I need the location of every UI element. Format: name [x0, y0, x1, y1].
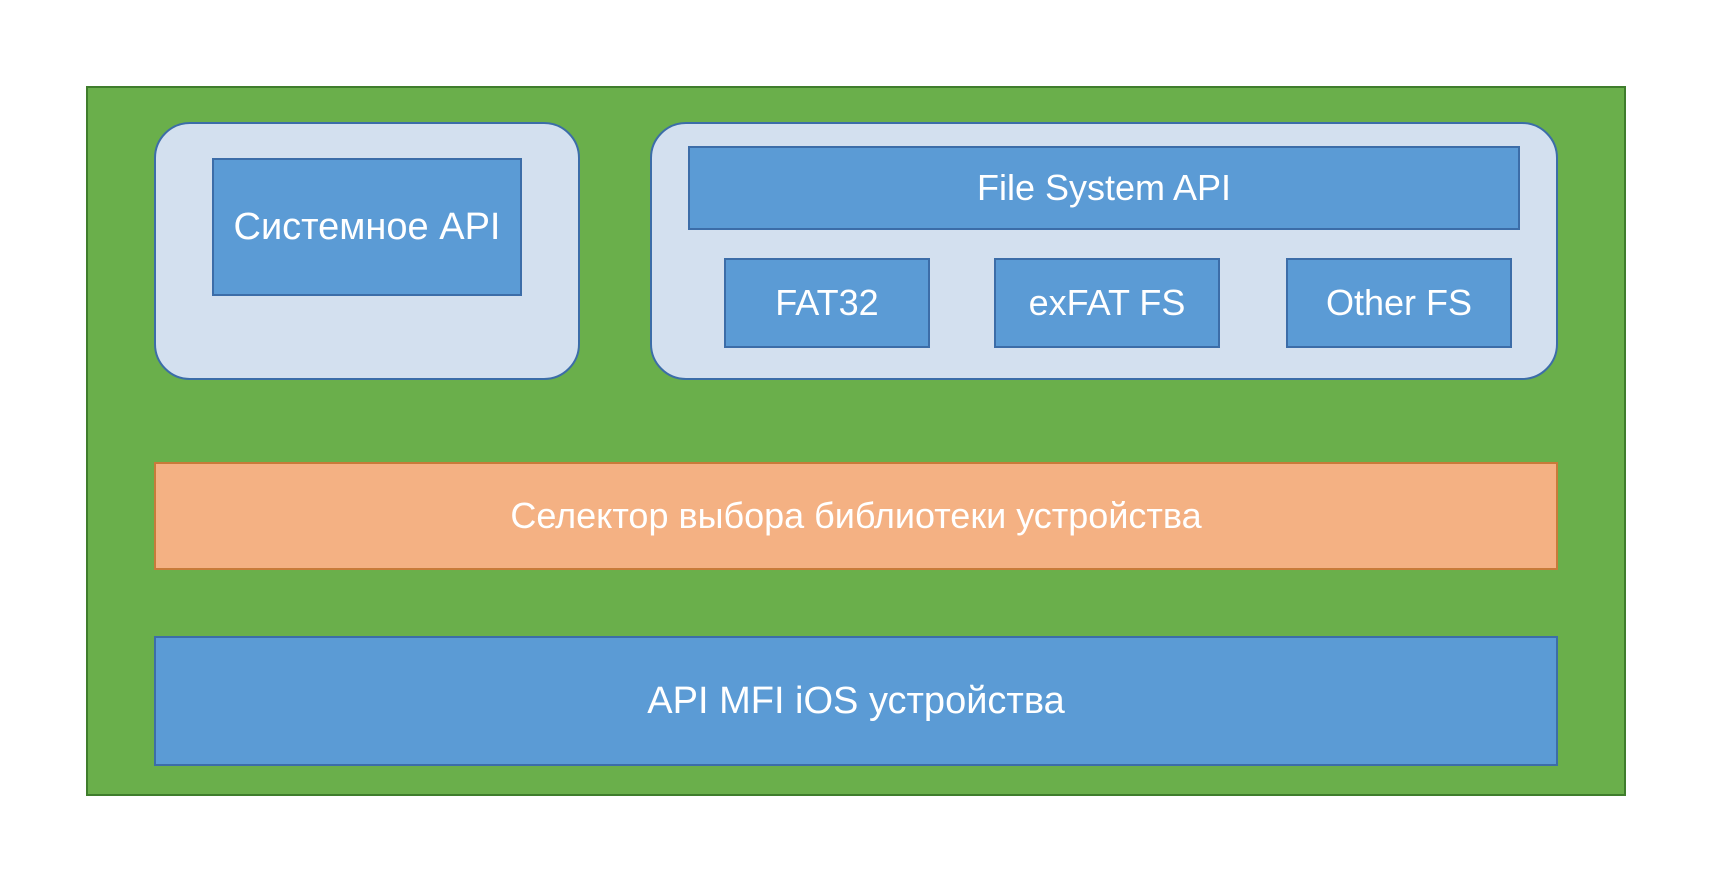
mfi-ios-api-label: API MFI iOS устройства — [647, 680, 1064, 723]
fs-other-label: Other FS — [1326, 282, 1472, 324]
system-api-label: Системное API — [234, 206, 501, 249]
fs-fat32-box: FAT32 — [724, 258, 930, 348]
mfi-ios-api-box: API MFI iOS устройства — [154, 636, 1558, 766]
fs-exfat-box: exFAT FS — [994, 258, 1220, 348]
device-library-selector-label: Селектор выбора библиотеки устройства — [510, 495, 1201, 537]
fs-exfat-label: exFAT FS — [1029, 282, 1186, 324]
file-system-api-box: File System API — [688, 146, 1520, 230]
fs-fat32-label: FAT32 — [775, 282, 878, 324]
outer-container: Системное API File System API FAT32 exFA… — [86, 86, 1626, 796]
diagram-canvas: Системное API File System API FAT32 exFA… — [0, 0, 1712, 882]
file-system-api-label: File System API — [977, 167, 1231, 209]
fs-other-box: Other FS — [1286, 258, 1512, 348]
device-library-selector-box: Селектор выбора библиотеки устройства — [154, 462, 1558, 570]
system-api-box: Системное API — [212, 158, 522, 296]
